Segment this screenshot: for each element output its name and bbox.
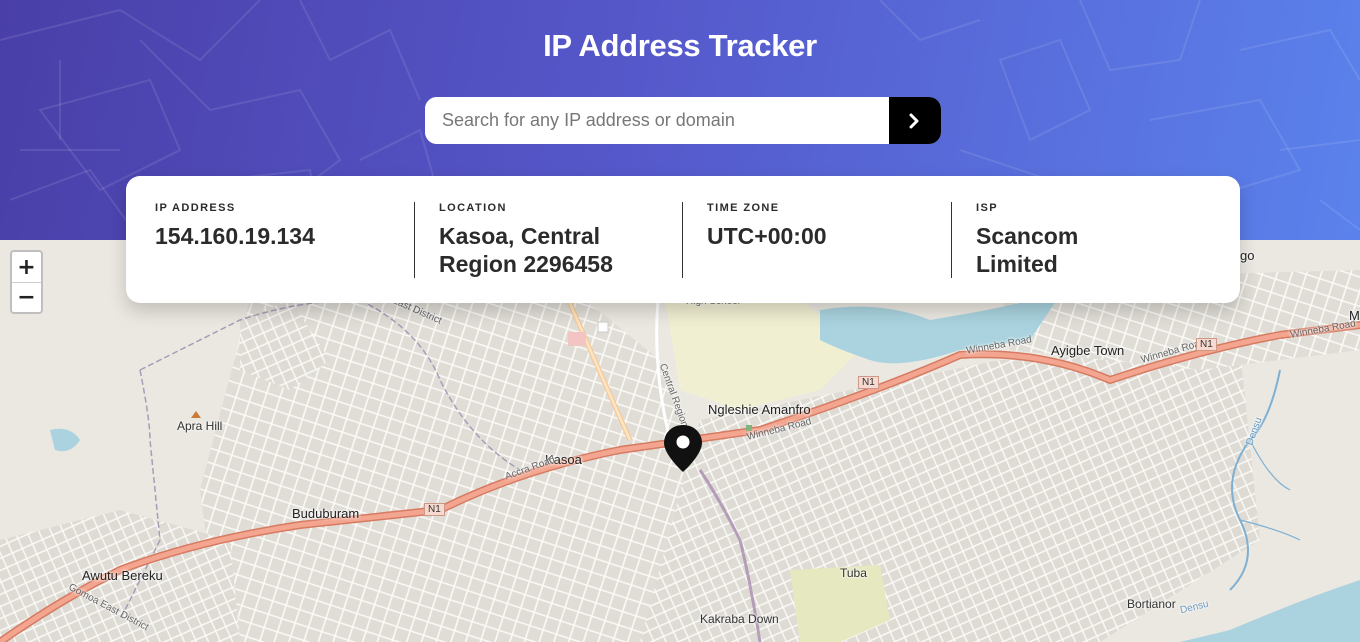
- chevron-right-icon: [909, 113, 919, 128]
- map-label-ngleshie: Ngleshie Amanfro: [708, 402, 811, 417]
- location-label: LOCATION: [439, 202, 507, 214]
- map-label-apra-hill: Apra Hill: [177, 419, 223, 433]
- timezone-label: TIME ZONE: [707, 202, 780, 214]
- ip-address-value: 154.160.19.134: [155, 223, 315, 249]
- location-line-2: Region 2296458: [439, 251, 613, 277]
- divider: [414, 202, 415, 278]
- isp-line-1: Scancom: [976, 223, 1079, 249]
- location-section: LOCATION Kasoa, Central Region 2296458: [439, 202, 613, 278]
- map-label-tuba: Tuba: [840, 566, 867, 580]
- location-line-1: Kasoa, Central: [439, 223, 601, 249]
- map-label-kakraba: Kakraba Down: [700, 612, 779, 626]
- zoom-in-button[interactable]: +: [12, 252, 41, 282]
- divider: [682, 202, 683, 278]
- isp-value: Scancom Limited: [976, 222, 1078, 278]
- isp-label: ISP: [976, 202, 998, 214]
- isp-line-2: Limited: [976, 251, 1058, 277]
- divider: [951, 202, 952, 278]
- ip-info-card: IP ADDRESS 154.160.19.134 LOCATION Kasoa…: [126, 176, 1240, 303]
- search-submit-button[interactable]: [889, 97, 941, 144]
- map-label-ayigbe: Ayigbe Town: [1051, 343, 1125, 358]
- ip-address-section: IP ADDRESS 154.160.19.134: [155, 202, 315, 250]
- location-pin-icon[interactable]: [663, 424, 703, 479]
- road-shield-n1: N1: [858, 376, 879, 389]
- map-label-edge-m: M: [1349, 308, 1360, 323]
- search-form: [425, 97, 941, 144]
- map-label-awutu: Awutu Bereku: [82, 568, 163, 583]
- search-input[interactable]: [425, 97, 889, 144]
- road-shield-n1: N1: [424, 503, 445, 516]
- ip-address-label: IP ADDRESS: [155, 202, 236, 214]
- location-value: Kasoa, Central Region 2296458: [439, 222, 613, 278]
- map-label-buduburam: Buduburam: [292, 506, 360, 521]
- timezone-section: TIME ZONE UTC+00:00: [707, 202, 827, 250]
- isp-section: ISP Scancom Limited: [976, 202, 1078, 278]
- zoom-control: + −: [10, 250, 43, 314]
- page-title: IP Address Tracker: [543, 28, 817, 63]
- map-label-bortianor: Bortianor: [1127, 597, 1176, 611]
- map-label-edge-go: go: [1240, 248, 1255, 263]
- road-shield-n1: N1: [1196, 338, 1217, 351]
- timezone-value: UTC+00:00: [707, 223, 827, 249]
- zoom-out-button[interactable]: −: [12, 282, 41, 312]
